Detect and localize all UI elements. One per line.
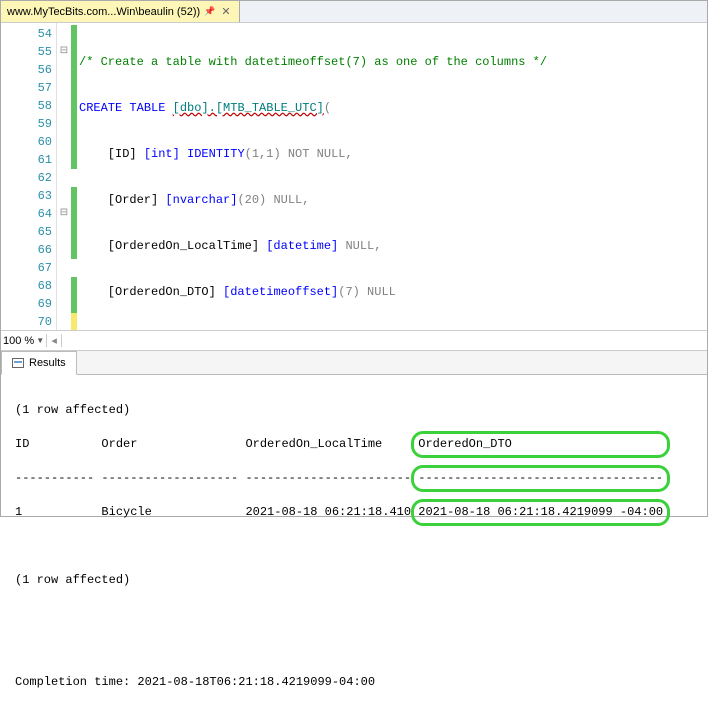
zoom-bar: 100 % ▼ ◂ [1,331,707,351]
results-tab[interactable]: Results [1,351,77,375]
completion-time: Completion time: 2021-08-18T06:21:18.421… [15,674,693,691]
code-editor[interactable]: 54 55 56 57 58 59 60 61 62 63 64 65 66 6… [1,23,707,331]
result-divider: ----------- ------------------- --------… [15,470,693,487]
results-tab-label: Results [29,357,66,369]
results-pane[interactable]: (1 row affected) ID Order OrderedOn_Loca… [1,375,707,718]
results-tab-bar: Results [1,351,707,375]
scroll-left-icon[interactable]: ◂ [46,334,62,347]
rows-affected-1: (1 row affected) [15,402,693,419]
close-icon[interactable]: ✕ [219,5,232,18]
zoom-dropdown-icon[interactable]: ▼ [36,336,44,345]
tab-bar: www.MyTecBits.com...Win\beaulin (52)) 📌 … [1,1,707,23]
code-area[interactable]: /* Create a table with datetimeoffset(7)… [77,23,707,330]
fold-gutter[interactable]: ⊟ ⊟ [57,23,71,330]
zoom-value[interactable]: 100 % [3,335,34,347]
line-number-gutter: 54 55 56 57 58 59 60 61 62 63 64 65 66 6… [1,23,57,330]
document-tab[interactable]: www.MyTecBits.com...Win\beaulin (52)) 📌 … [1,1,240,22]
table-row: 1 Bicycle 2021-08-18 06:21:18.410 2021-0… [15,504,693,521]
result-header: ID Order OrderedOn_LocalTime OrderedOn_D… [15,436,693,453]
tab-title: www.MyTecBits.com...Win\beaulin (52)) [7,6,200,18]
rows-affected-2: (1 row affected) [15,572,693,589]
results-grid-icon [12,358,24,368]
pin-icon[interactable]: 📌 [204,6,215,17]
